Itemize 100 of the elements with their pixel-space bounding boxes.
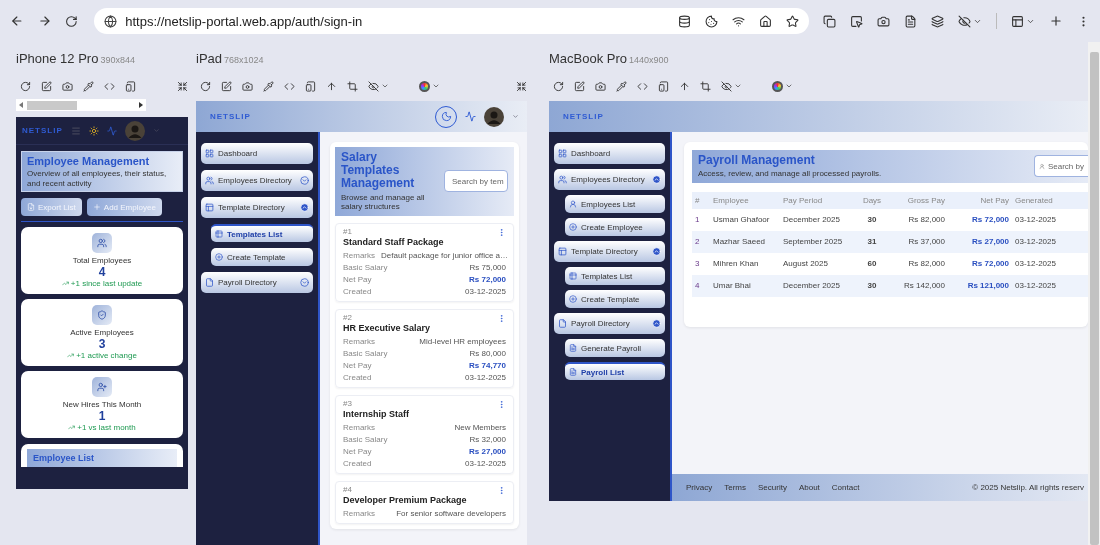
scroll-right-icon[interactable] [139,102,143,108]
more-icon[interactable] [497,313,506,323]
caret-icon[interactable] [381,82,389,90]
sidebar-subitem[interactable]: Payroll List [565,362,665,380]
sidebar-subitem[interactable]: Create Template [211,248,313,266]
sidebar-item[interactable]: Template Directory [554,241,665,262]
shrink-icon[interactable] [516,80,527,92]
address-bar[interactable]: https://netslip-portal.web.app/auth/sign-in [94,8,809,34]
edit-icon[interactable] [41,80,52,92]
caret-icon[interactable] [432,82,440,90]
database-icon[interactable] [678,14,691,28]
reload-icon[interactable] [553,80,564,92]
file-icon[interactable] [904,14,917,28]
camera-icon[interactable] [242,80,253,92]
chevron-up-circle-icon[interactable] [652,319,661,328]
search-field[interactable]: Search by [1034,155,1088,178]
copy-icon[interactable] [823,14,836,28]
cookie-icon[interactable] [705,14,718,28]
chevron-up-circle-icon[interactable] [652,247,661,256]
table-cell-text: December 2025 [782,215,841,225]
code-icon[interactable] [284,80,295,92]
camera-icon[interactable] [62,80,73,92]
back-icon[interactable] [10,14,24,28]
table-cell-text: 30 [866,215,878,225]
table-cell-text: 03-12-2025 [1014,237,1057,247]
chevron-down-circle-icon[interactable] [300,176,309,185]
chevron-up-circle-icon[interactable] [300,203,309,212]
footer-link[interactable]: Terms [724,483,746,492]
crop-icon[interactable] [700,80,711,92]
code-icon[interactable] [104,80,115,92]
home-icon[interactable] [759,14,772,28]
edit-icon[interactable] [574,80,585,92]
eye-off-icon[interactable] [368,80,379,92]
panels-icon[interactable] [1011,14,1024,28]
plus-icon[interactable] [1049,14,1063,28]
copyright-text: © 2025 Netslip. All rights reserv [972,483,1084,492]
search-field[interactable]: Search by tem [444,170,508,193]
crop-icon[interactable] [347,80,358,92]
reload-icon[interactable] [20,80,31,92]
pipette-icon[interactable] [83,80,94,92]
sidebar-item[interactable]: Payroll Directory [554,313,665,334]
devices-icon[interactable] [125,80,136,92]
caret-icon[interactable] [734,82,742,90]
chevron-up-circle-icon[interactable] [652,175,661,184]
code-icon[interactable] [637,80,648,92]
footer-link[interactable]: Privacy [686,483,713,492]
forward-icon[interactable] [37,14,52,28]
caret-icon[interactable] [785,82,793,90]
sidebar-subitem[interactable]: Generate Payroll [565,339,665,357]
scroll-left-icon[interactable] [19,102,23,108]
more-icon[interactable] [497,227,506,237]
field-label: Created [343,457,372,470]
more-icon[interactable] [497,485,506,495]
wifi-icon[interactable] [732,14,745,28]
footer-link[interactable]: About [798,483,820,492]
devices-icon[interactable] [305,80,316,92]
star-icon[interactable] [786,14,799,28]
pipette-icon[interactable] [263,80,274,92]
color-wheel-icon[interactable] [772,80,783,92]
column-header: Days [861,195,883,205]
eye-off-icon[interactable] [721,80,732,92]
sidebar-item[interactable]: Employees Directory [554,169,665,190]
color-wheel-icon[interactable] [419,80,430,92]
field-value: Rs 32,000 [469,433,506,446]
sidebar-item[interactable]: Dashboard [201,143,313,164]
sun-icon[interactable] [88,125,99,136]
arrow-up-icon[interactable] [326,80,337,92]
pulse-icon[interactable] [465,111,476,122]
sidebar-subitem[interactable]: Create Employee [565,218,665,236]
reload-icon[interactable] [200,80,211,92]
camera-icon[interactable] [595,80,606,92]
camera-icon[interactable] [877,14,890,28]
page-title: Payroll Management [698,154,816,168]
sidebar-item[interactable]: Template Directory [201,197,313,218]
more-icon[interactable] [497,399,506,409]
shield-check-icon [92,305,112,326]
footer-link[interactable]: Security [758,483,787,492]
field-label: Remarks [343,421,375,434]
avatar-icon[interactable] [484,106,504,127]
trend-up-icon [61,280,69,288]
scrollbar[interactable] [16,99,146,111]
sidebar-item[interactable]: Dashboard [554,143,665,164]
pipette-icon[interactable] [616,80,627,92]
eye-off-icon[interactable] [958,14,971,28]
devices-icon[interactable] [658,80,669,92]
footer-link[interactable]: Contact [831,483,860,492]
sidebar-subitem[interactable]: Templates List [211,224,313,242]
scrollbar[interactable] [1088,42,1100,545]
inspect-icon[interactable] [850,14,863,28]
sidebar-item[interactable]: Employees Directory [201,170,313,191]
edit-icon[interactable] [221,80,232,92]
sidebar-subitem[interactable]: Employees List [565,195,665,213]
sidebar-item[interactable]: Payroll Directory [201,272,313,293]
reload-icon[interactable] [65,14,79,28]
sidebar-subitem[interactable]: Templates List [565,267,665,285]
sidebar-subitem[interactable]: Create Template [565,290,665,308]
arrow-up-icon[interactable] [679,80,690,92]
chevron-down-circle-icon[interactable] [300,278,309,287]
layers-icon[interactable] [931,14,944,28]
shrink-icon[interactable] [177,80,188,92]
